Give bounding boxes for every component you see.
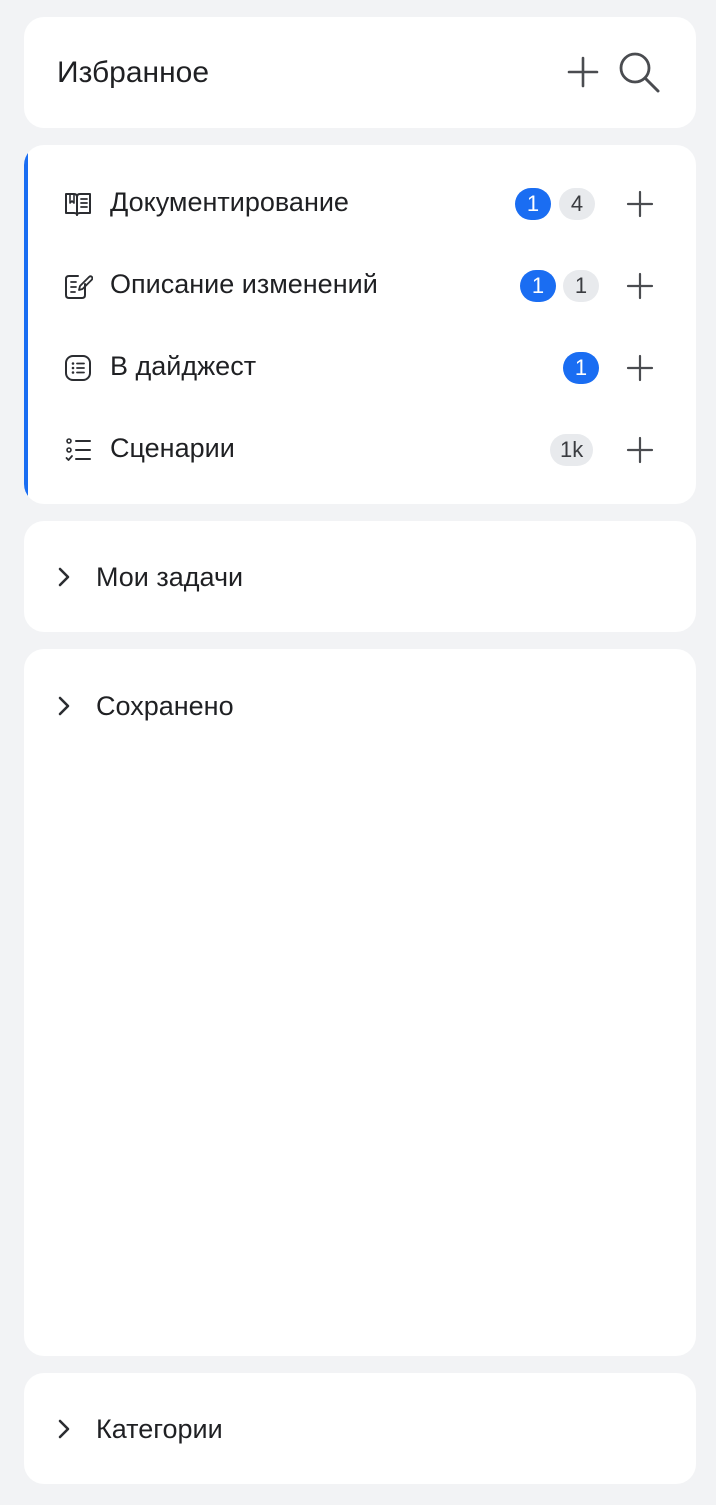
total-count-badge: 1k: [550, 434, 594, 466]
section-toggle[interactable]: Мои задачи: [24, 521, 696, 633]
favorite-item-documentation[interactable]: Документирование 1 4: [24, 161, 696, 243]
plus-icon: [626, 190, 654, 218]
plus-icon: [626, 436, 654, 464]
section-saved: Сохранено: [24, 649, 696, 1356]
unread-count-badge: 1: [563, 352, 599, 384]
total-count-badge: 4: [559, 188, 595, 220]
favorite-item-label: Сценарии: [110, 433, 235, 463]
plus-icon: [567, 56, 599, 88]
favorites-header: Избранное: [24, 17, 696, 128]
edit-note-icon: [62, 270, 94, 302]
add-item-button[interactable]: [620, 266, 660, 306]
favorite-item-label: Описание изменений: [110, 269, 378, 299]
chevron-right-icon: [52, 1417, 76, 1441]
search-icon: [619, 52, 660, 93]
plus-icon: [626, 272, 654, 300]
page-title: Избранное: [57, 56, 210, 89]
add-item-button[interactable]: [620, 184, 660, 224]
favorite-item-digest[interactable]: В дайджест 1: [24, 325, 696, 407]
search-button[interactable]: [614, 47, 664, 97]
favorite-item-changes[interactable]: Описание изменений 1 1: [24, 243, 696, 325]
section-toggle[interactable]: Сохранено: [24, 649, 696, 761]
section-title: Мои задачи: [96, 562, 244, 592]
section-title: Категории: [96, 1414, 223, 1444]
add-item-button[interactable]: [620, 348, 660, 388]
book-icon: [62, 188, 94, 220]
favorite-item-label: Документирование: [110, 187, 349, 217]
section-title: Сохранено: [96, 691, 234, 721]
chevron-right-icon: [52, 694, 76, 718]
favorite-item-scenarios[interactable]: Сценарии 1k: [24, 407, 696, 489]
add-item-button[interactable]: [620, 430, 660, 470]
unread-count-badge: 1: [520, 270, 556, 302]
add-favorite-button[interactable]: [558, 47, 608, 97]
unread-count-badge: 1: [515, 188, 551, 220]
checklist-icon: [62, 434, 94, 466]
section-categories: Категории: [24, 1373, 696, 1484]
chevron-right-icon: [52, 565, 76, 589]
plus-icon: [626, 354, 654, 382]
section-toggle[interactable]: Категории: [24, 1373, 696, 1485]
section-my-tasks: Мои задачи: [24, 521, 696, 632]
favorite-item-label: В дайджест: [110, 351, 257, 381]
favorites-list: Документирование 1 4 Описание изменений …: [24, 145, 696, 504]
total-count-badge: 1: [563, 270, 599, 302]
list-box-icon: [62, 352, 94, 384]
